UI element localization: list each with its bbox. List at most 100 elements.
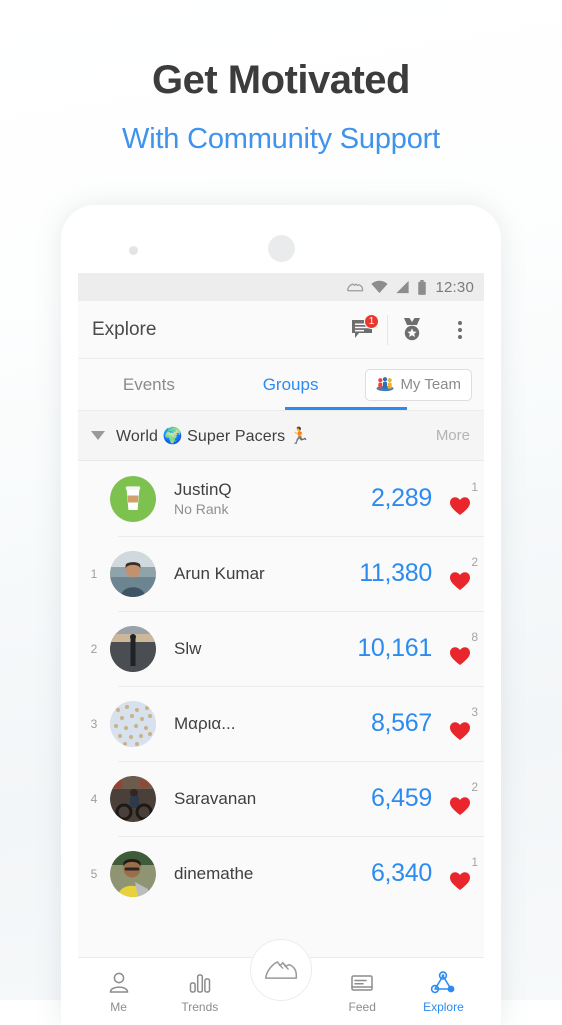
like-button[interactable]: 1 [432, 856, 484, 891]
chat-button[interactable]: 1 [339, 301, 387, 359]
photo-avatar-icon [110, 851, 156, 897]
nav-item-trends[interactable]: Trends [159, 958, 240, 1025]
like-count: 1 [471, 481, 484, 493]
user-name: Arun Kumar [174, 563, 359, 584]
like-button[interactable]: 1 [432, 481, 484, 516]
user-rank-status: No Rank [174, 500, 371, 518]
explore-icon [430, 970, 456, 996]
avatar [110, 476, 156, 522]
person-icon [106, 970, 132, 996]
list-item[interactable]: 4 Saravanan [78, 761, 484, 836]
my-team-label: My Team [400, 376, 461, 393]
like-count: 8 [471, 631, 484, 643]
front-camera-icon [268, 235, 295, 262]
medal-icon [400, 317, 424, 342]
rank-label: 2 [78, 642, 110, 656]
user-name: Slw [174, 638, 357, 659]
user-name-block: dinemathe [156, 863, 371, 884]
section-title: World 🌍 Super Pacers 🏃 [116, 426, 436, 446]
coffee-cup-avatar-icon [110, 476, 156, 522]
nav-item-explore[interactable]: Explore [403, 958, 484, 1025]
like-count: 1 [471, 856, 484, 868]
nav-label-explore: Explore [423, 1000, 464, 1014]
user-name: Μαρια... [174, 713, 371, 734]
user-name-block: Arun Kumar [156, 563, 359, 584]
heart-icon [449, 721, 471, 741]
app-bar-actions: 1 [339, 301, 484, 359]
user-name: JustinQ [174, 479, 371, 500]
tab-bar: Events Groups My Team [78, 359, 484, 411]
app-bar: Explore 1 [78, 301, 484, 359]
list-item[interactable]: 2 Slw 10,161 8 [78, 611, 484, 686]
heart-icon [449, 796, 471, 816]
photo-avatar-icon [110, 701, 156, 747]
tab-active-indicator [285, 407, 407, 410]
list-item[interactable]: 5 dinemathe 6,34 [78, 836, 484, 911]
phone-screen: 12:30 Explore 1 [78, 273, 484, 1025]
page-subtitle: With Community Support [0, 123, 562, 156]
list-item[interactable]: 1 Arun Kumar 11, [78, 536, 484, 611]
like-button[interactable]: 3 [432, 706, 484, 741]
step-count: 10,161 [357, 634, 432, 663]
bottom-navigation: Me Trends Feed [78, 957, 484, 1025]
user-name: dinemathe [174, 863, 371, 884]
user-name-block: Μαρια... [156, 713, 371, 734]
like-button[interactable]: 2 [432, 781, 484, 816]
overflow-menu-button[interactable] [436, 301, 484, 359]
shoe-icon [263, 956, 299, 984]
my-team-icon [376, 377, 394, 392]
section-more-link[interactable]: More [436, 427, 470, 444]
like-button[interactable]: 2 [432, 556, 484, 591]
chat-badge: 1 [364, 314, 379, 329]
phone-mockup: 12:30 Explore 1 [61, 205, 501, 1025]
rank-label: 1 [78, 567, 110, 581]
status-bar-clock: 12:30 [434, 279, 474, 296]
like-button[interactable]: 8 [432, 631, 484, 666]
nav-label-feed: Feed [349, 1000, 376, 1014]
user-name-block: Slw [156, 638, 357, 659]
avatar [110, 626, 156, 672]
step-count: 6,340 [371, 859, 432, 888]
app-bar-title: Explore [92, 319, 339, 341]
status-bar: 12:30 [78, 273, 484, 301]
promo-block: Get Motivated With Community Support [0, 0, 562, 156]
step-count: 2,289 [371, 484, 432, 513]
start-workout-fab[interactable] [250, 939, 312, 1001]
tab-events[interactable]: Events [78, 359, 220, 411]
step-count: 8,567 [371, 709, 432, 738]
nav-label-me: Me [110, 1000, 127, 1014]
photo-avatar-icon [110, 776, 156, 822]
avatar [110, 776, 156, 822]
tab-groups[interactable]: Groups [220, 359, 362, 411]
step-count: 11,380 [359, 559, 432, 588]
medal-button[interactable] [388, 301, 436, 359]
like-count: 3 [471, 706, 484, 718]
section-header[interactable]: World 🌍 Super Pacers 🏃 More [78, 411, 484, 461]
overflow-menu-icon [458, 321, 462, 339]
user-name: Saravanan [174, 788, 371, 809]
wifi-icon [371, 280, 388, 294]
heart-icon [449, 646, 471, 666]
nav-item-feed[interactable]: Feed [322, 958, 403, 1025]
chevron-down-icon[interactable] [91, 431, 105, 440]
list-item[interactable]: 3 [78, 686, 484, 761]
nav-label-trends: Trends [181, 1000, 218, 1014]
user-name-block: JustinQ No Rank [156, 479, 371, 518]
rank-label: 5 [78, 867, 110, 881]
shoe-icon [346, 280, 364, 294]
heart-icon [449, 496, 471, 516]
phone-bezel [61, 205, 501, 273]
nav-item-me[interactable]: Me [78, 958, 159, 1025]
rank-label: 3 [78, 717, 110, 731]
heart-icon [449, 871, 471, 891]
my-team-button[interactable]: My Team [365, 369, 472, 401]
avatar [110, 701, 156, 747]
photo-avatar-icon [110, 626, 156, 672]
page-title: Get Motivated [0, 58, 562, 103]
like-count: 2 [471, 781, 484, 793]
photo-avatar-icon [110, 551, 156, 597]
list-item[interactable]: JustinQ No Rank 2,289 1 [78, 461, 484, 536]
step-count: 6,459 [371, 784, 432, 813]
bars-icon [187, 970, 213, 996]
rank-label: 4 [78, 792, 110, 806]
